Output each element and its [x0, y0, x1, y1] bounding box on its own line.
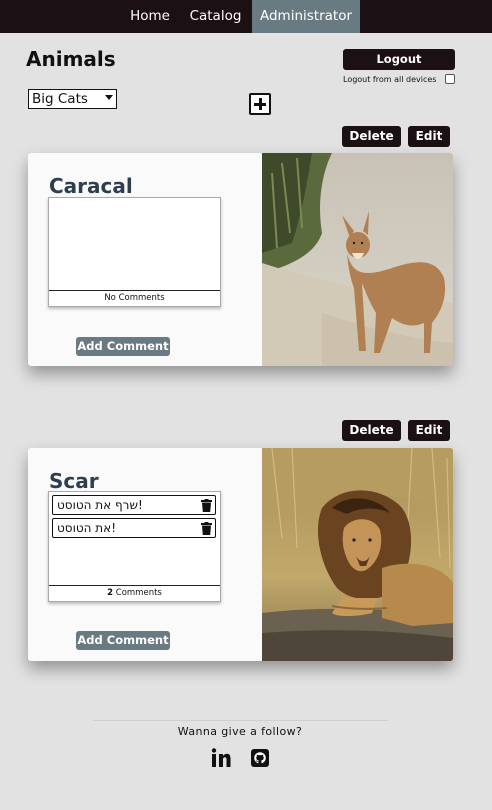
chevron-down-icon	[105, 95, 113, 100]
add-animal-button[interactable]	[249, 93, 271, 115]
trash-icon[interactable]	[201, 499, 212, 512]
nav-administrator[interactable]: Administrator	[252, 0, 360, 33]
add-comment-button[interactable]: Add Comment	[76, 337, 170, 356]
nav-home[interactable]: Home	[121, 0, 179, 33]
comment-item: את הטוסט!	[52, 518, 216, 538]
comment-text: שרף את הטוסט!	[57, 498, 143, 512]
nav-catalog[interactable]: Catalog	[180, 0, 251, 33]
delete-button[interactable]: Delete	[342, 420, 401, 441]
github-icon[interactable]	[250, 748, 270, 768]
trash-icon[interactable]	[201, 522, 212, 535]
comments-count: No Comments	[49, 290, 220, 306]
edit-button[interactable]: Edit	[408, 126, 450, 147]
logout-all-devices-checkbox[interactable]	[445, 74, 455, 84]
category-select-value: Big Cats	[32, 91, 88, 107]
comments-count: 2 Comments	[49, 585, 220, 601]
delete-button[interactable]: Delete	[342, 126, 401, 147]
footer-divider	[93, 720, 388, 721]
animal-card: Scar שרף את הטוסט! את הטוסט! 2 Comments …	[28, 448, 453, 661]
lion-photo	[262, 448, 453, 661]
comments-count-number: 2	[107, 588, 114, 598]
logout-all-devices-label: Logout from all devices	[343, 75, 437, 84]
comments-count-label: Comments	[115, 588, 162, 598]
footer-text: Wanna give a follow?	[177, 725, 303, 738]
category-select[interactable]: Big Cats	[28, 89, 117, 109]
page-title: Animals	[26, 47, 116, 71]
comments-box: שרף את הטוסט! את הטוסט! 2 Comments	[48, 491, 221, 602]
add-comment-button[interactable]: Add Comment	[76, 631, 170, 650]
animal-card: Caracal No Comments Add Comment	[28, 153, 453, 366]
comments-box: No Comments	[48, 197, 221, 307]
comment-text: את הטוסט!	[57, 521, 116, 535]
comment-item: שרף את הטוסט!	[52, 495, 216, 515]
linkedin-icon[interactable]	[211, 748, 231, 768]
edit-button[interactable]: Edit	[408, 420, 450, 441]
logout-button[interactable]: Logout	[343, 49, 455, 70]
animal-name: Caracal	[49, 174, 133, 198]
caracal-photo	[262, 153, 453, 366]
top-nav: Home Catalog Administrator	[0, 0, 492, 33]
animal-name: Scar	[49, 469, 99, 493]
